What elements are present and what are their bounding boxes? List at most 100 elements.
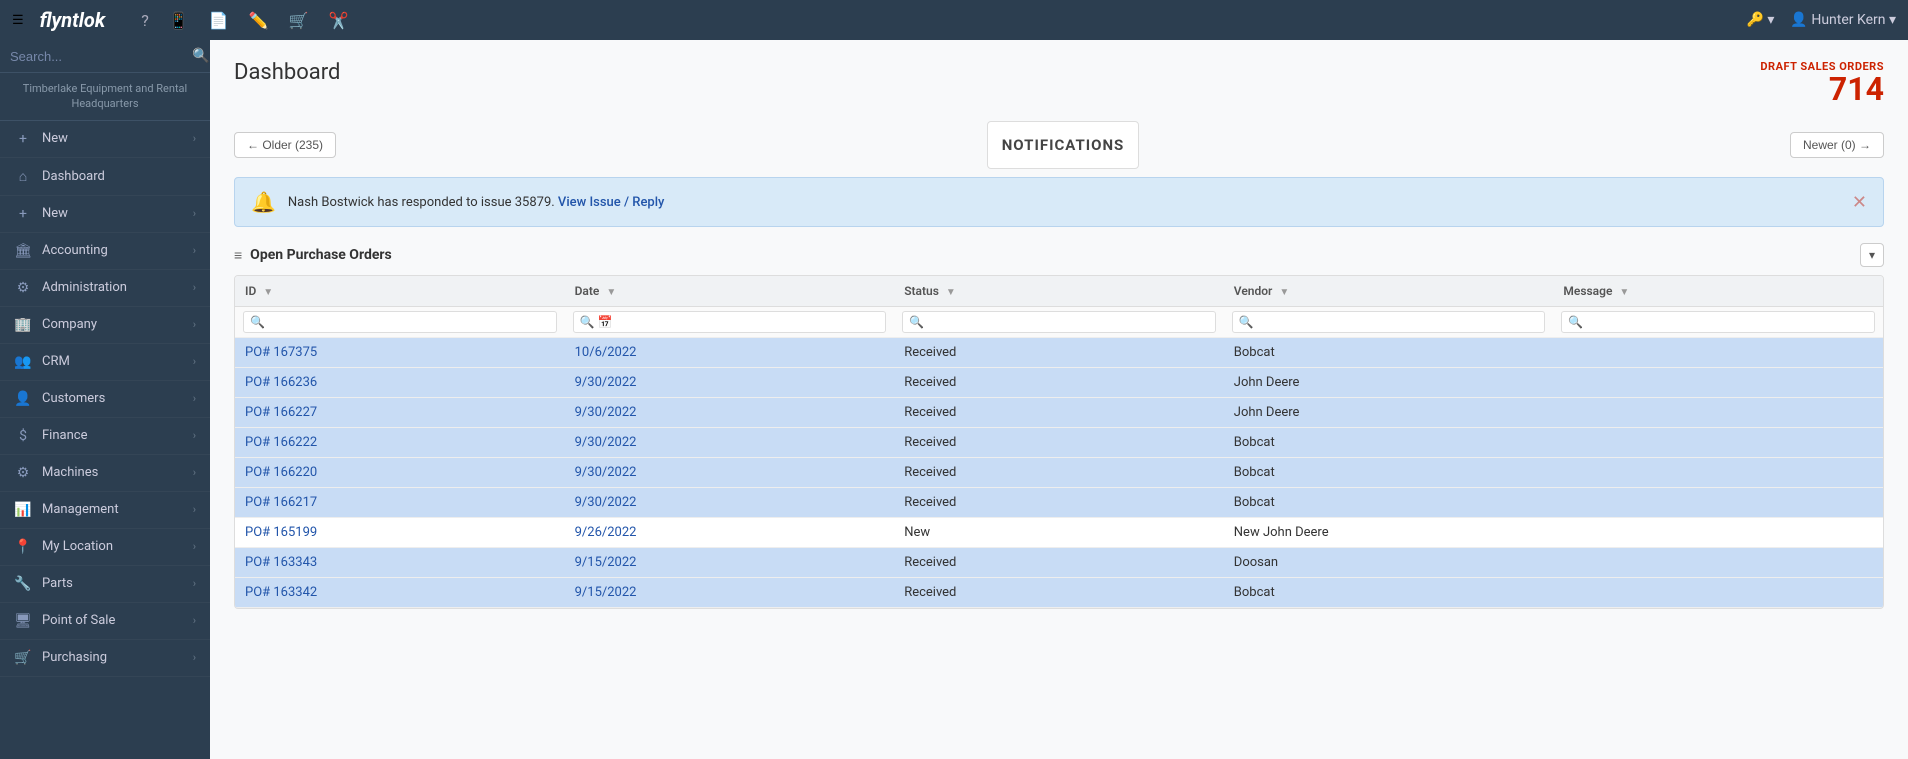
sidebar: 🔍 ✏️ Timberlake Equipment and Rental Hea… bbox=[0, 40, 210, 759]
edit-icon[interactable]: ✏️ bbox=[249, 11, 269, 30]
sidebar-item-crm[interactable]: 👥 CRM › bbox=[0, 344, 210, 381]
table-row[interactable]: PO# 166220 9/30/2022 Received Bobcat bbox=[235, 458, 1883, 488]
main-layout: 🔍 ✏️ Timberlake Equipment and Rental Hea… bbox=[0, 40, 1908, 759]
cell-date: 9/30/2022 bbox=[565, 488, 895, 518]
table-row[interactable]: PO# 166217 9/30/2022 Received Bobcat bbox=[235, 488, 1883, 518]
sidebar-item-management[interactable]: 📊 Management › bbox=[0, 492, 210, 529]
draft-sales-orders: DRAFT SALES ORDERS 714 bbox=[1760, 60, 1884, 105]
search-icon[interactable]: 🔍 bbox=[192, 48, 209, 64]
sidebar-label-dashboard: Dashboard bbox=[42, 169, 105, 184]
filter-message[interactable] bbox=[1561, 311, 1875, 333]
cell-message bbox=[1553, 458, 1883, 488]
col-header-message[interactable]: Message ▼ bbox=[1553, 276, 1883, 307]
sidebar-item-administration[interactable]: ⚙ Administration › bbox=[0, 270, 210, 307]
chevron-icon-crm: › bbox=[193, 355, 196, 368]
scissors-icon[interactable]: ✂️ bbox=[328, 11, 348, 30]
sidebar-item-accounting[interactable]: 🏛 Accounting › bbox=[0, 233, 210, 270]
cell-status: Received bbox=[894, 458, 1224, 488]
cart-icon[interactable]: 🛒 bbox=[289, 11, 309, 30]
close-notification-button[interactable]: ✕ bbox=[1852, 192, 1867, 213]
sidebar-item-new1[interactable]: + New › bbox=[0, 121, 210, 158]
chevron-icon-new2: › bbox=[193, 207, 196, 220]
table-row[interactable]: PO# 166227 9/30/2022 Received John Deere bbox=[235, 398, 1883, 428]
filter-icon-vendor: ▼ bbox=[1279, 287, 1289, 298]
sidebar-item-my-location[interactable]: 📍 My Location › bbox=[0, 529, 210, 566]
draft-count: 714 bbox=[1760, 73, 1884, 105]
document-icon[interactable]: 📄 bbox=[209, 11, 229, 30]
hamburger-menu[interactable]: ☰ bbox=[12, 13, 24, 28]
table-row[interactable]: PO# 163343 9/15/2022 Received Doosan bbox=[235, 548, 1883, 578]
col-header-status[interactable]: Status ▼ bbox=[894, 276, 1224, 307]
sidebar-item-parts[interactable]: 🔧 Parts › bbox=[0, 566, 210, 603]
table-row[interactable]: PO# 163342 9/15/2022 Received Bobcat bbox=[235, 578, 1883, 608]
sidebar-icon-new2: + bbox=[14, 206, 32, 222]
table-row[interactable]: PO# 165199 9/26/2022 New New John Deere bbox=[235, 518, 1883, 548]
nav-icons: ? 📱 📄 ✏️ 🛒 ✂️ bbox=[141, 11, 348, 30]
newer-button[interactable]: Newer (0) → bbox=[1790, 132, 1884, 158]
older-button[interactable]: ← Older (235) bbox=[234, 132, 336, 158]
sidebar-label-new1: New bbox=[42, 131, 68, 146]
key-menu[interactable]: 🔑 ▾ bbox=[1746, 12, 1774, 28]
cell-vendor: John Deere bbox=[1224, 368, 1554, 398]
sidebar-item-purchasing[interactable]: 🛒 Purchasing › bbox=[0, 640, 210, 677]
table-row[interactable]: PO# 166236 9/30/2022 Received John Deere bbox=[235, 368, 1883, 398]
sidebar-icon-finance: $ bbox=[14, 428, 32, 444]
sidebar-icon-dashboard: ⌂ bbox=[14, 168, 32, 185]
sidebar-label-administration: Administration bbox=[42, 280, 127, 295]
purchase-orders-section: ≡ Open Purchase Orders ▾ ID ▼Date ▼Statu… bbox=[234, 243, 1884, 609]
cell-message bbox=[1553, 518, 1883, 548]
table-row[interactable]: PO# 166222 9/30/2022 Received Bobcat bbox=[235, 428, 1883, 458]
sidebar-item-point-of-sale[interactable]: 🖥 Point of Sale › bbox=[0, 603, 210, 640]
sidebar-icon-machines: ⚙ bbox=[14, 465, 32, 481]
chevron-icon-machines: › bbox=[193, 466, 196, 479]
col-header-vendor[interactable]: Vendor ▼ bbox=[1224, 276, 1554, 307]
sidebar-item-machines[interactable]: ⚙ Machines › bbox=[0, 455, 210, 492]
table-body: PO# 167375 10/6/2022 Received Bobcat PO#… bbox=[235, 338, 1883, 608]
cell-status: Received bbox=[894, 488, 1224, 518]
sidebar-search-container: 🔍 ✏️ bbox=[0, 40, 210, 73]
chevron-icon-finance: › bbox=[193, 429, 196, 442]
col-header-date[interactable]: Date ▼ bbox=[565, 276, 895, 307]
filter-icon-message: ▼ bbox=[1619, 287, 1629, 298]
sidebar-icon-parts: 🔧 bbox=[14, 576, 32, 592]
sidebar-item-new2[interactable]: + New › bbox=[0, 196, 210, 233]
sidebar-label-finance: Finance bbox=[42, 428, 87, 443]
cell-id: PO# 163342 bbox=[235, 578, 565, 608]
sidebar-item-company[interactable]: 🏢 Company › bbox=[0, 307, 210, 344]
bell-icon: 🔔 bbox=[251, 190, 276, 214]
chevron-icon-parts: › bbox=[193, 577, 196, 590]
col-header-id[interactable]: ID ▼ bbox=[235, 276, 565, 307]
cell-status: Received bbox=[894, 368, 1224, 398]
chevron-icon-purchasing: › bbox=[193, 651, 196, 664]
table-row[interactable]: PO# 167375 10/6/2022 Received Bobcat bbox=[235, 338, 1883, 368]
sidebar-item-customers[interactable]: 👤 Customers › bbox=[0, 381, 210, 418]
user-menu[interactable]: 👤 Hunter Kern ▾ bbox=[1790, 12, 1896, 28]
sidebar-item-finance[interactable]: $ Finance › bbox=[0, 418, 210, 455]
cell-date: 9/15/2022 bbox=[565, 578, 895, 608]
chevron-icon-new1: › bbox=[193, 132, 196, 145]
table-dropdown-button[interactable]: ▾ bbox=[1860, 243, 1884, 267]
notification-text-content: Nash Bostwick has responded to issue 358… bbox=[288, 195, 555, 210]
cell-id: PO# 166222 bbox=[235, 428, 565, 458]
page-title: Dashboard bbox=[234, 60, 340, 85]
cell-vendor: Bobcat bbox=[1224, 488, 1554, 518]
filter-date[interactable] bbox=[573, 311, 887, 333]
cell-id: PO# 166236 bbox=[235, 368, 565, 398]
cell-message bbox=[1553, 338, 1883, 368]
sidebar-items-list: + New › ⌂ Dashboard + New › 🏛 Accounting… bbox=[0, 121, 210, 677]
cell-status: Received bbox=[894, 398, 1224, 428]
bars-icon: ≡ bbox=[234, 247, 242, 264]
mobile-icon[interactable]: 📱 bbox=[169, 11, 189, 30]
sidebar-label-management: Management bbox=[42, 502, 119, 517]
logo-text: flyntlok bbox=[40, 8, 106, 32]
filter-status[interactable] bbox=[902, 311, 1216, 333]
cell-id: PO# 166220 bbox=[235, 458, 565, 488]
purchase-orders-table: ID ▼Date ▼Status ▼Vendor ▼Message ▼ PO# … bbox=[235, 276, 1883, 608]
filter-id[interactable] bbox=[243, 311, 557, 333]
sidebar-item-dashboard[interactable]: ⌂ Dashboard bbox=[0, 158, 210, 196]
cell-id: PO# 166227 bbox=[235, 398, 565, 428]
help-icon[interactable]: ? bbox=[141, 11, 149, 30]
search-input[interactable] bbox=[10, 49, 186, 64]
view-issue-link[interactable]: View Issue / Reply bbox=[558, 195, 664, 210]
filter-vendor[interactable] bbox=[1232, 311, 1546, 333]
